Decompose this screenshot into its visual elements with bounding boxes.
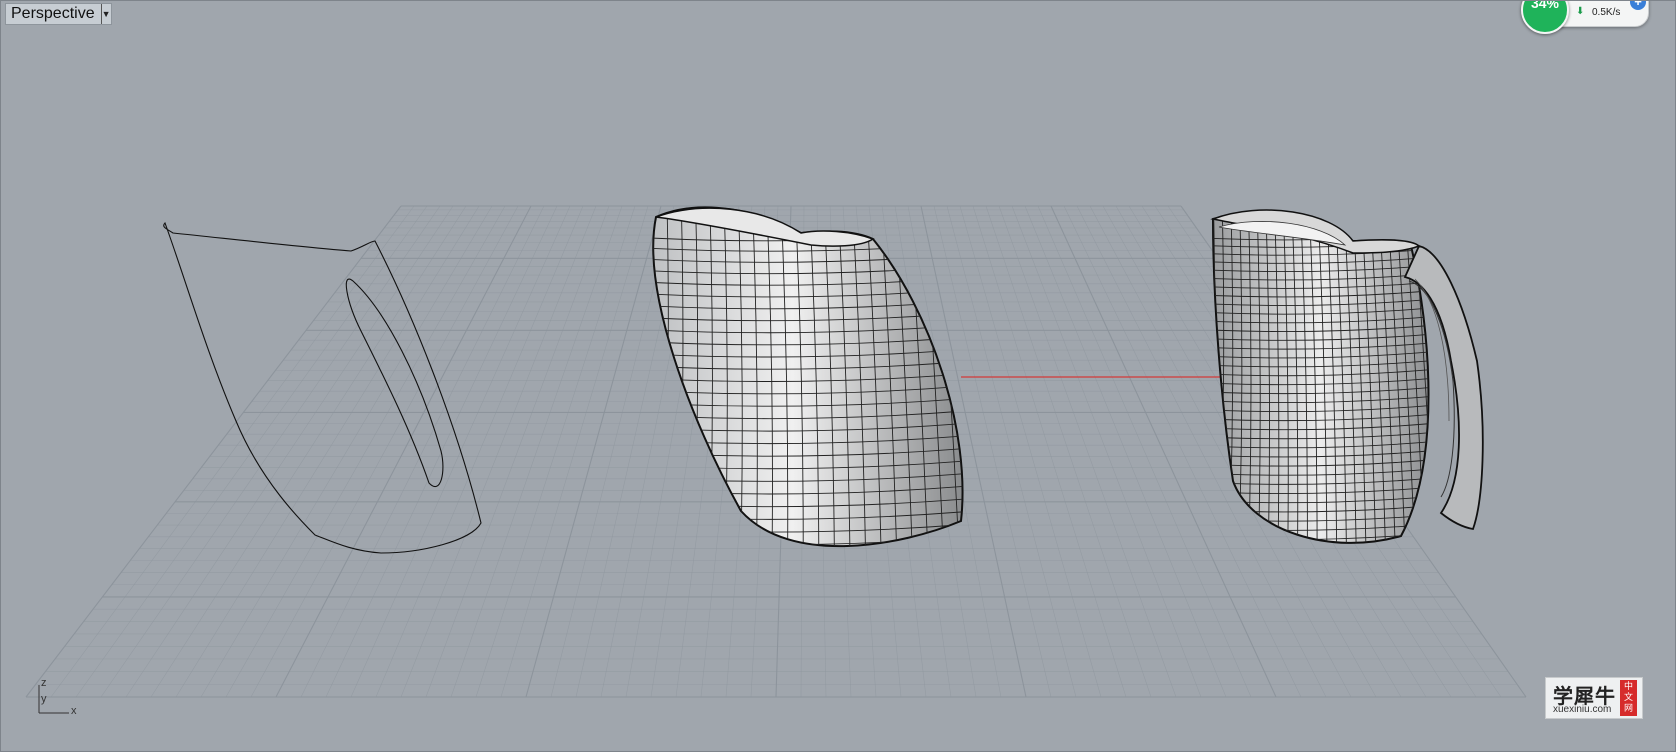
perspective-viewport[interactable]: Perspective ▼ 34% ⬇ 0.5K/s + z y x 学犀牛 x… [0,0,1676,752]
axis-y-label: y [41,693,47,705]
axis-z-label: z [41,677,47,689]
axis-gizmo [38,685,69,714]
watermark-badge-char: 文 [1623,692,1633,702]
watermark-url: xuexiniu.com [1553,704,1612,715]
axis-x-label: x [71,705,77,717]
watermark-badge: 中 文 网 [1620,680,1637,716]
watermark-badge-char: 中 [1623,681,1633,691]
watermark-badge-char: 网 [1623,703,1633,713]
watermark-logo: 学犀牛 xuexiniu.com 中 文 网 [1545,677,1643,719]
